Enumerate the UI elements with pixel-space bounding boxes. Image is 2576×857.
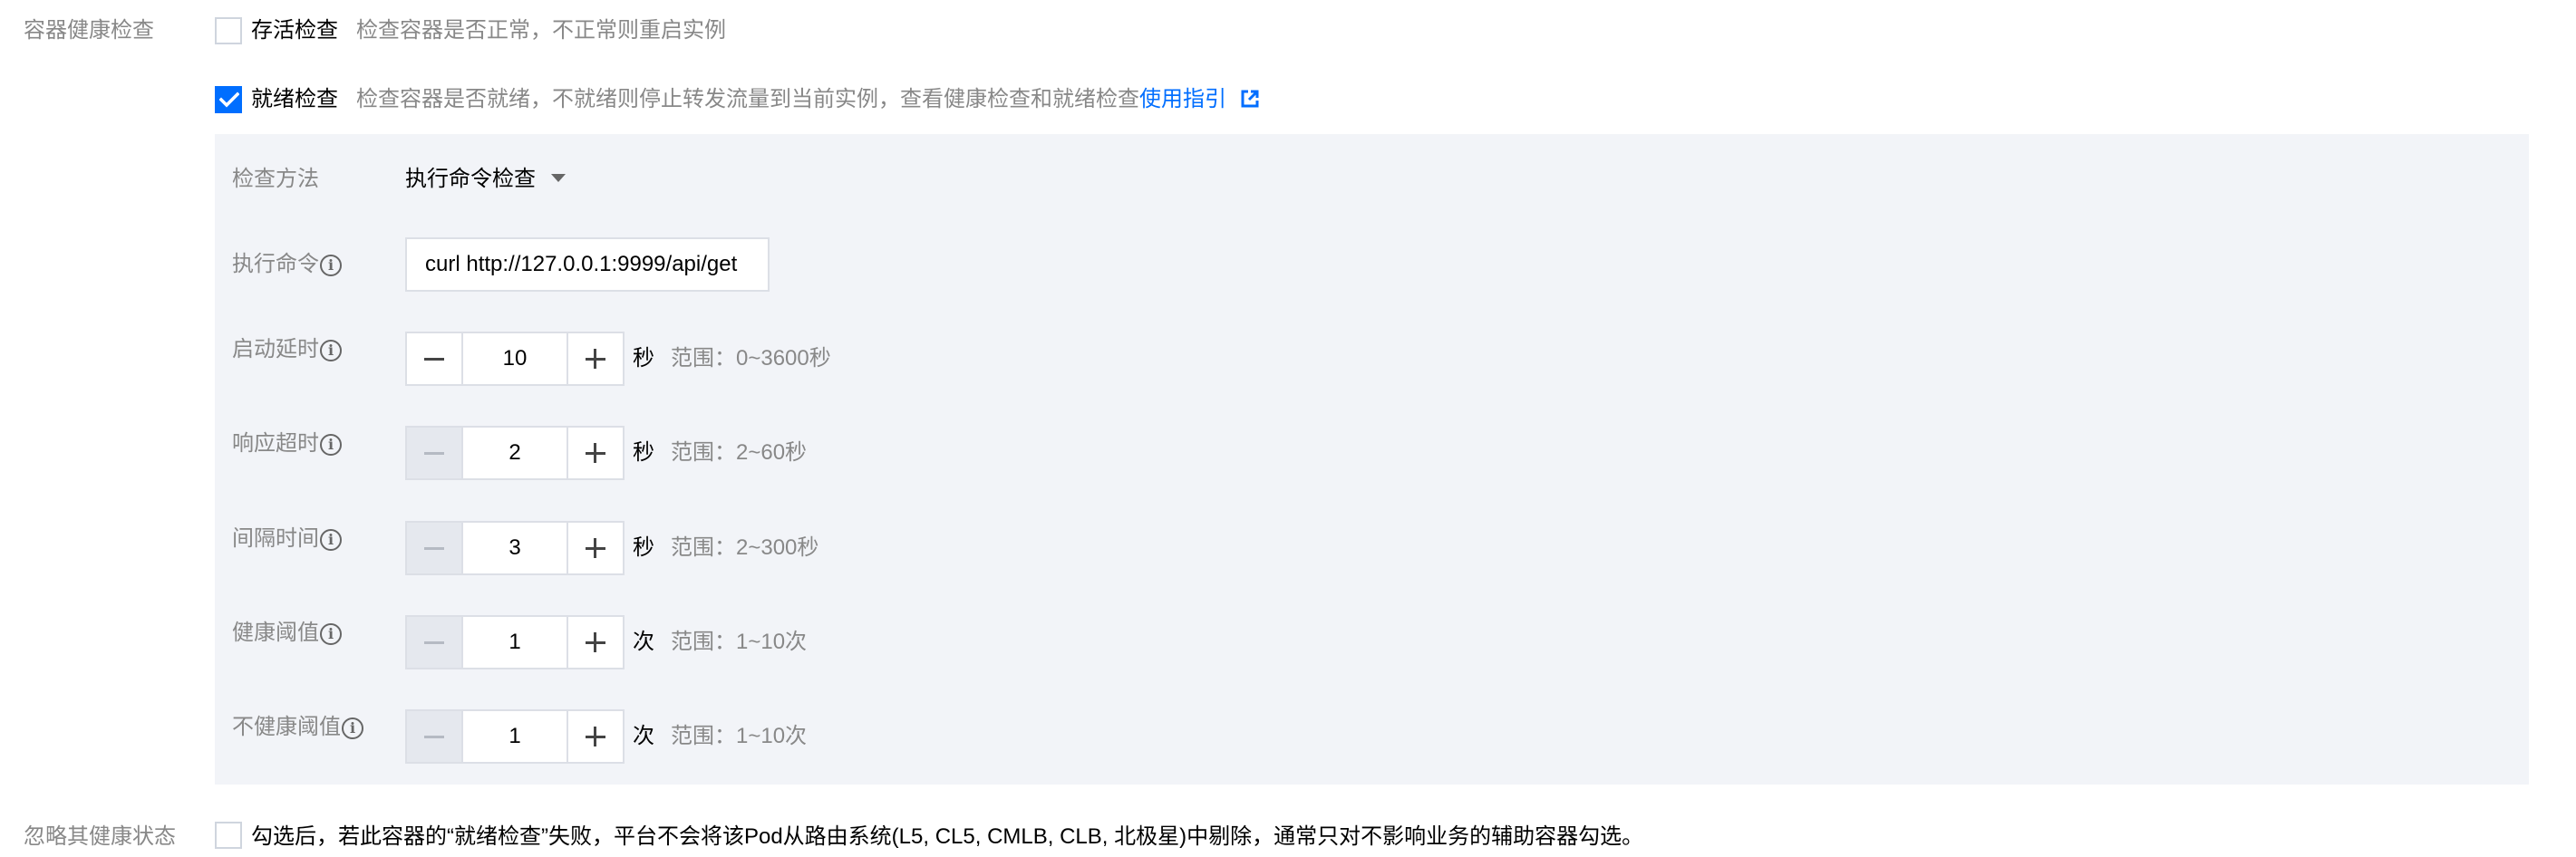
startup-delay-unit: 秒: [633, 346, 654, 371]
response-timeout-increment-button[interactable]: [567, 428, 623, 478]
readiness-hint: 检查容器是否就绪，不就绪则停止转发流量到当前实例，查看健康检查和就绪检查使用指引: [356, 85, 1260, 114]
interval-range: 范围：2~300秒: [671, 535, 819, 560]
unhealthy-threshold-info-icon[interactable]: i: [342, 717, 363, 739]
ignore-health-description[interactable]: 勾选后，若此容器的“就绪检查”失败，平台不会将该Pod从路由系统(L5, CL5…: [251, 823, 1643, 852]
response-timeout-label: 响应超时: [232, 431, 319, 456]
command-label: 执行命令: [232, 250, 319, 279]
response-timeout-unit: 秒: [633, 440, 654, 465]
interval-unit: 秒: [633, 535, 654, 560]
readiness-settings-panel: 检查方法 执行命令检查 执行命令 i curl http://127.0.0.1…: [215, 134, 2529, 785]
command-input[interactable]: curl http://127.0.0.1:9999/api/get: [405, 237, 770, 292]
response-timeout-info-icon[interactable]: i: [320, 434, 342, 456]
healthy-threshold-range: 范围：1~10次: [671, 630, 808, 654]
command-label-text: 执行命令: [232, 252, 319, 276]
liveness-hint: 检查容器是否正常，不正常则重启实例: [356, 18, 726, 43]
check-icon: [219, 91, 239, 108]
response-timeout-stepper: 2: [405, 426, 625, 480]
liveness-checkbox[interactable]: [215, 17, 242, 44]
external-link-icon[interactable]: [1240, 89, 1260, 109]
startup-delay-info-icon[interactable]: i: [320, 340, 342, 361]
interval-info-icon[interactable]: i: [320, 529, 342, 551]
unhealthy-threshold-stepper: 1: [405, 709, 625, 764]
unhealthy-threshold-label: 不健康阈值: [232, 715, 341, 739]
unhealthy-threshold-unit: 次: [633, 724, 654, 748]
unhealthy-threshold-increment-button[interactable]: [567, 711, 623, 762]
check-method-select[interactable]: 执行命令检查: [405, 165, 566, 194]
startup-delay-label: 启动延时: [232, 337, 319, 361]
startup-delay-increment-button[interactable]: [567, 333, 623, 384]
healthy-threshold-value[interactable]: 1: [463, 617, 567, 668]
unhealthy-threshold-decrement-button[interactable]: [407, 711, 463, 762]
command-input-value: curl http://127.0.0.1:9999/api/get: [425, 252, 738, 276]
interval-stepper: 3: [405, 521, 625, 575]
startup-delay-range: 范围：0~3600秒: [671, 346, 831, 371]
usage-guide-link[interactable]: 使用指引: [1139, 87, 1226, 111]
healthy-threshold-stepper: 1: [405, 615, 625, 669]
unhealthy-threshold-value[interactable]: 1: [463, 711, 567, 762]
interval-label: 间隔时间: [232, 526, 319, 551]
readiness-hint-text: 检查容器是否就绪，不就绪则停止转发流量到当前实例，查看健康检查和就绪检查: [356, 87, 1139, 111]
unhealthy-threshold-range: 范围：1~10次: [671, 724, 808, 748]
ignore-health-label: 忽略其健康状态: [24, 824, 176, 849]
interval-decrement-button[interactable]: [407, 523, 463, 573]
health-check-section-label: 容器健康检查: [24, 18, 154, 43]
startup-delay-stepper: 10: [405, 332, 625, 386]
check-method-value: 执行命令检查: [405, 167, 536, 191]
startup-delay-value[interactable]: 10: [463, 333, 567, 384]
startup-delay-decrement-button[interactable]: [407, 333, 463, 384]
interval-increment-button[interactable]: [567, 523, 623, 573]
response-timeout-range: 范围：2~60秒: [671, 440, 808, 465]
liveness-label[interactable]: 存活检查: [251, 16, 338, 45]
caret-down-icon: [550, 174, 566, 182]
readiness-label[interactable]: 就绪检查: [251, 85, 338, 114]
readiness-checkbox[interactable]: [215, 86, 242, 113]
interval-value[interactable]: 3: [463, 523, 567, 573]
healthy-threshold-label: 健康阈值: [232, 621, 319, 645]
healthy-threshold-decrement-button[interactable]: [407, 617, 463, 668]
healthy-threshold-unit: 次: [633, 630, 654, 654]
ignore-health-checkbox[interactable]: [215, 822, 242, 849]
command-info-icon[interactable]: i: [320, 255, 342, 276]
healthy-threshold-increment-button[interactable]: [567, 617, 623, 668]
check-method-label: 检查方法: [232, 167, 319, 191]
healthy-threshold-info-icon[interactable]: i: [320, 623, 342, 645]
response-timeout-decrement-button[interactable]: [407, 428, 463, 478]
response-timeout-value[interactable]: 2: [463, 428, 567, 478]
